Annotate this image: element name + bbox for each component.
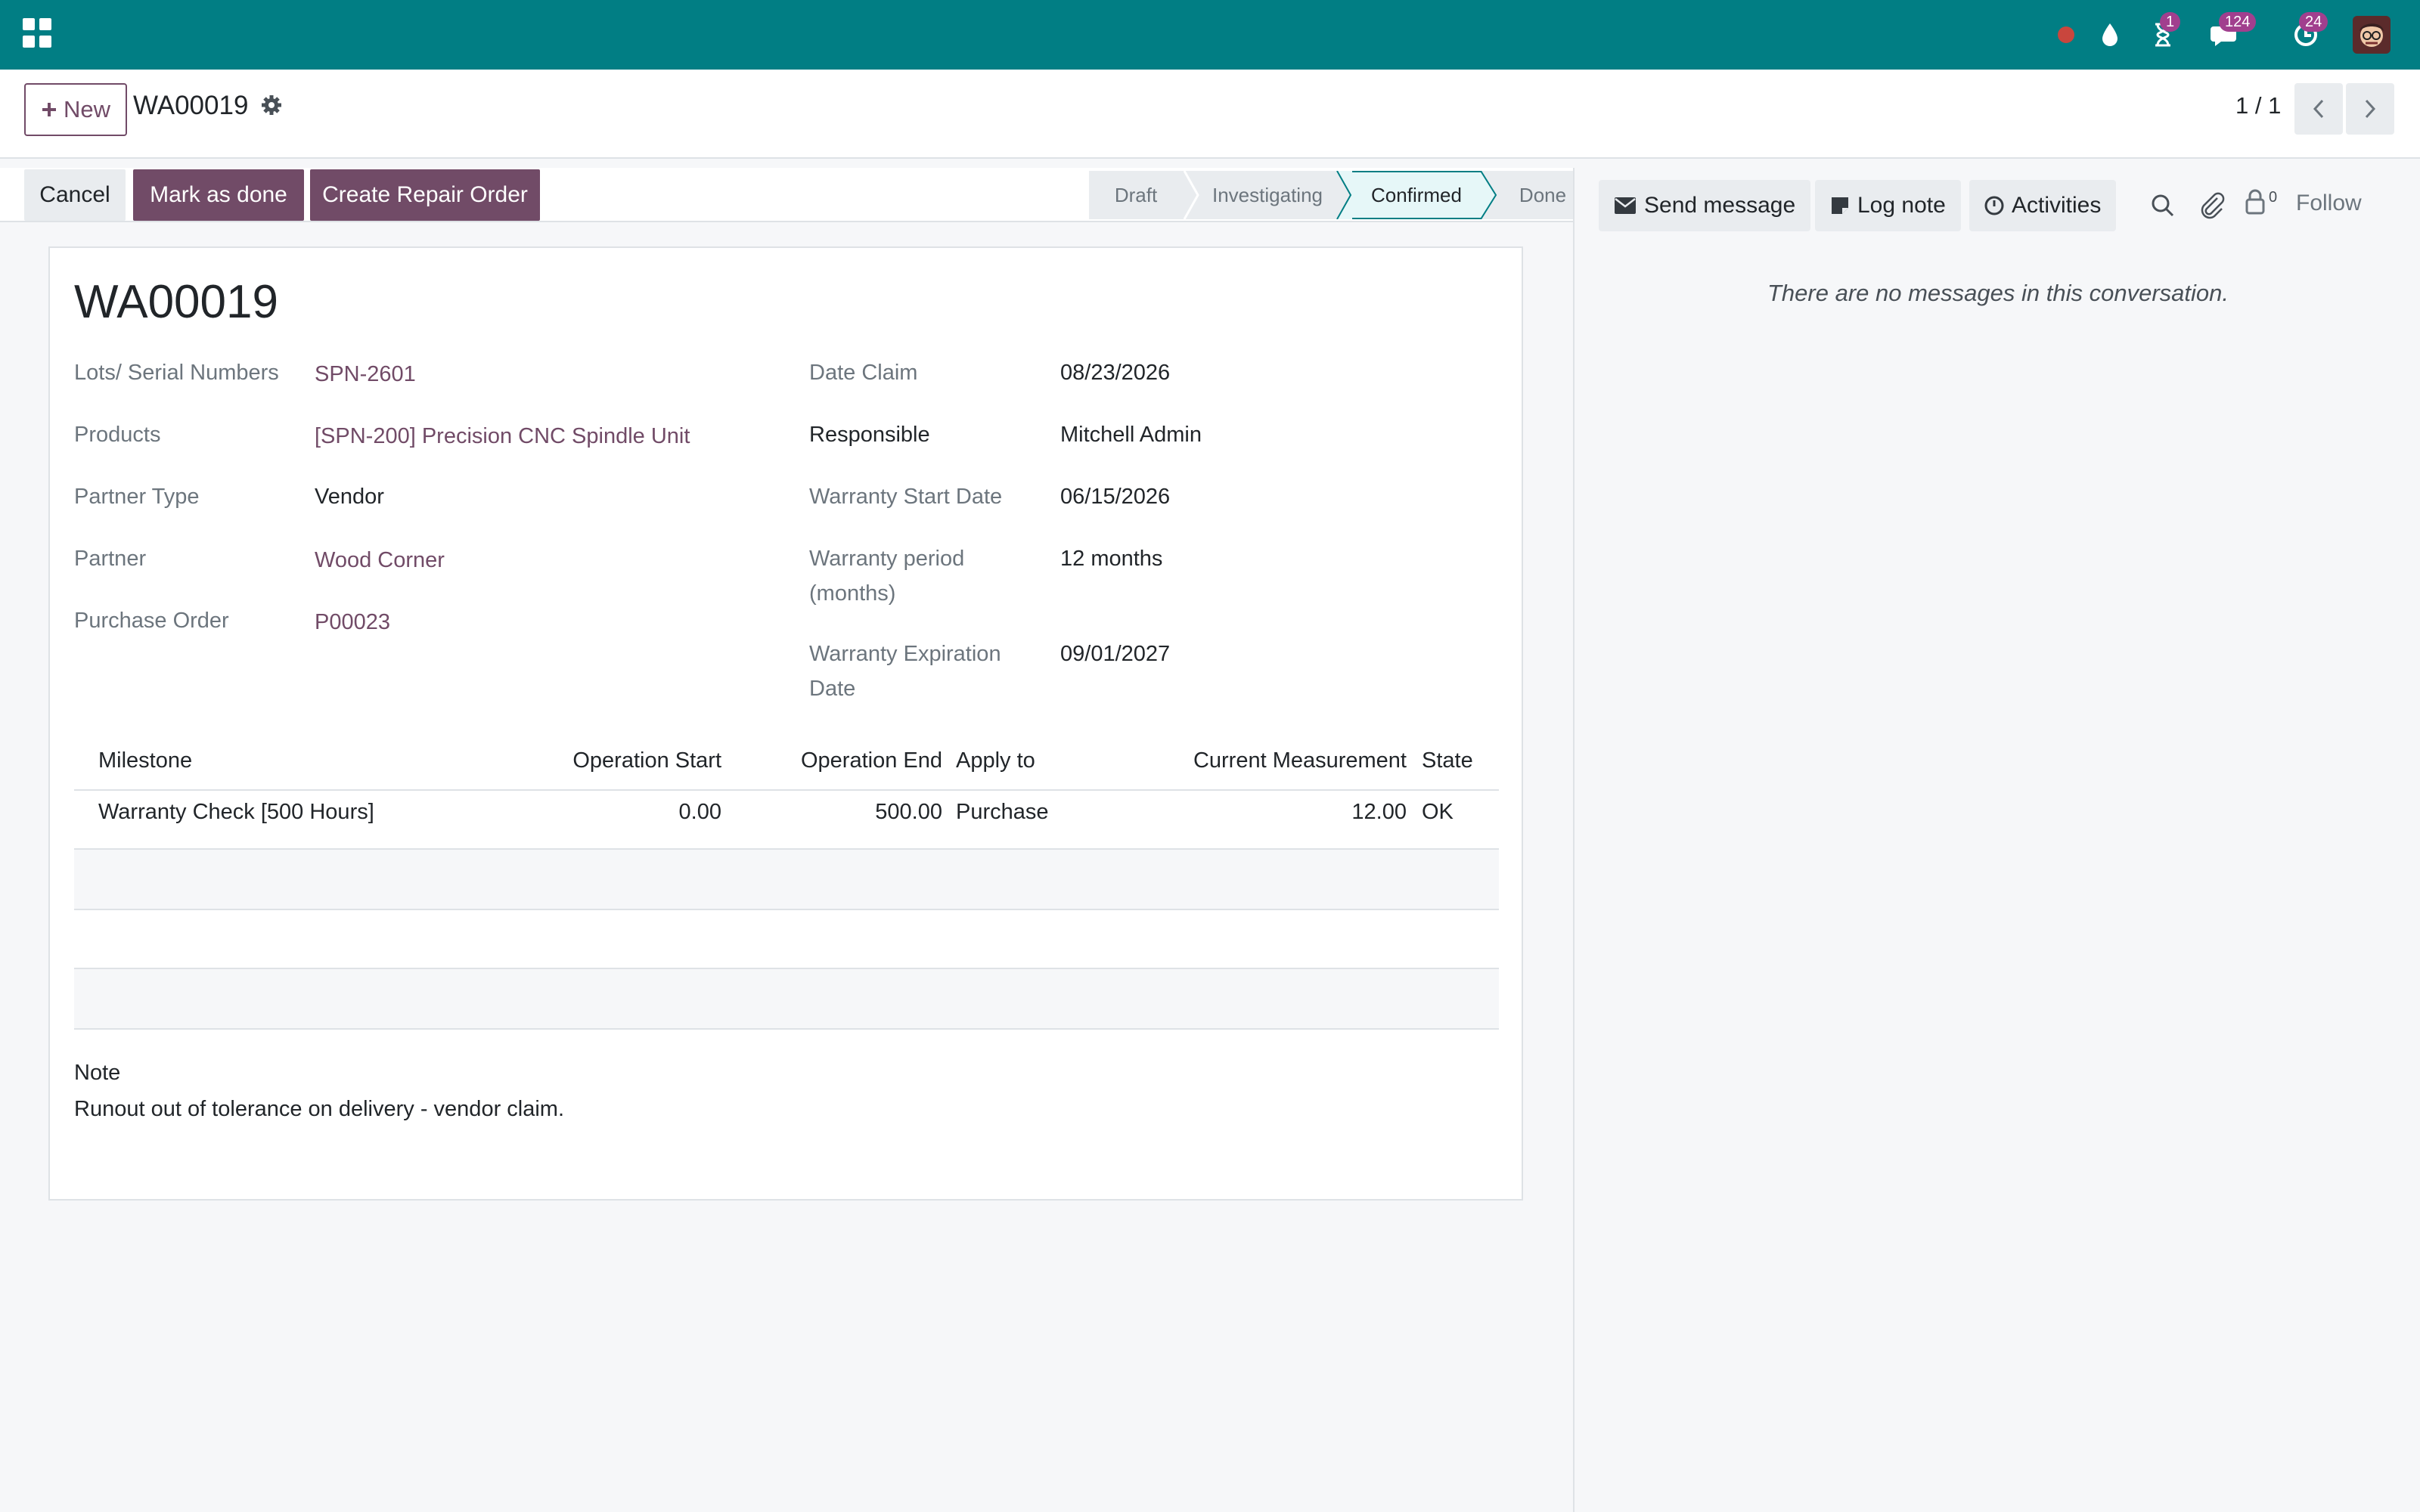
record-title: WA00019 [74, 276, 278, 328]
field-label-purchase-order: Purchase Order [74, 609, 229, 633]
updates-icon[interactable]: 24 [2279, 12, 2332, 56]
stage-separator [1336, 171, 1352, 219]
form-statusbar: Cancel Mark as done Create Repair Order … [0, 168, 1588, 222]
lot-serial-link[interactable]: SPN-2601 [315, 357, 416, 392]
pager-next-button[interactable] [2346, 83, 2394, 135]
field-label-date-claim: Date Claim [809, 361, 918, 385]
cell-milestone: Warranty Check [500 Hours] [98, 800, 374, 824]
note-text[interactable]: Runout out of tolerance on delivery - ve… [74, 1092, 564, 1126]
chevron-right-icon [2365, 99, 2376, 119]
paperclip-icon[interactable] [2199, 192, 2225, 223]
form-sheet: WA00019 Lots/ Serial Numbers SPN-2601 Pr… [48, 246, 1523, 1201]
chevron-left-icon [2313, 99, 2324, 119]
cell-current-measurement: 12.00 [1351, 800, 1407, 824]
row-divider [74, 1028, 1499, 1030]
column-header-operation-start[interactable]: Operation Start [498, 748, 721, 773]
column-header-current-measurement[interactable]: Current Measurement [1133, 748, 1407, 773]
gear-icon[interactable] [260, 94, 283, 120]
empty-row [74, 969, 1499, 1028]
field-label-warranty-start: Warranty Start Date [809, 485, 1003, 509]
cancel-button[interactable]: Cancel [24, 169, 126, 221]
stage-draft[interactable]: Draft [1089, 171, 1183, 219]
app-menu-icon[interactable] [23, 18, 53, 48]
stage-separator [1481, 171, 1497, 219]
plus-icon [42, 103, 56, 116]
table-header-divider [74, 789, 1499, 791]
stage-investigating[interactable]: Investigating [1199, 171, 1336, 219]
partner-type-value[interactable]: Vendor [315, 479, 384, 514]
warranty-expiration-value[interactable]: 09/01/2027 [1060, 637, 1170, 671]
top-navbar: 1 124 24 [0, 0, 2420, 70]
field-label-warranty-expiration: Warranty Expiration Date [809, 642, 1001, 701]
field-label-partner-type: Partner Type [74, 485, 200, 509]
field-label-responsible: Responsible [809, 423, 930, 447]
pager-previous-button[interactable] [2294, 83, 2343, 135]
stage-separator [1183, 171, 1199, 219]
log-note-button[interactable]: Log note [1815, 180, 1961, 231]
empty-conversation-message: There are no messages in this conversati… [1767, 280, 2229, 306]
create-repair-order-button[interactable]: Create Repair Order [310, 169, 540, 221]
search-icon[interactable] [2151, 194, 2175, 222]
activities-button[interactable]: Activities [1969, 180, 2117, 231]
column-header-milestone[interactable]: Milestone [98, 748, 192, 773]
droplet-icon[interactable] [2095, 14, 2125, 56]
field-label-warranty-period: Warranty period (months) [809, 547, 965, 606]
cell-operation-end: 500.00 [875, 800, 942, 824]
field-label-partner: Partner [74, 547, 147, 571]
followers-button[interactable]: 0 [2245, 189, 2277, 215]
empty-row [74, 850, 1499, 909]
record-status-icon[interactable] [2051, 14, 2081, 56]
field-label-products: Products [74, 423, 161, 447]
cell-state: OK [1422, 800, 1454, 824]
cell-operation-start: 0.00 [678, 800, 721, 824]
chatter-panel: Send message Log note Activities 0 Follo… [1573, 168, 2420, 1512]
new-button-label: New [63, 96, 110, 122]
partner-link[interactable]: Wood Corner [315, 543, 445, 578]
updates-badge: 24 [2299, 12, 2328, 32]
messages-icon[interactable]: 124 [2199, 12, 2257, 56]
activities-icon[interactable]: 1 [2140, 12, 2186, 56]
mark-as-done-button[interactable]: Mark as done [133, 169, 304, 221]
stage-confirmed[interactable]: Confirmed [1352, 171, 1481, 219]
clock-icon [1984, 196, 2004, 215]
date-claim-value[interactable]: 08/23/2026 [1060, 355, 1170, 390]
responsible-value[interactable]: Mitchell Admin [1060, 417, 1202, 452]
note-icon [1832, 197, 1848, 214]
control-panel: New WA00019 1 / 1 [0, 70, 2420, 159]
stage-pipeline: Draft Investigating Confirmed Done [1089, 171, 1588, 219]
purchase-order-link[interactable]: P00023 [315, 605, 390, 640]
column-header-state[interactable]: State [1422, 748, 1473, 773]
user-avatar[interactable] [2350, 14, 2393, 56]
activities-badge: 1 [2160, 12, 2181, 32]
messages-badge: 124 [2219, 12, 2257, 32]
column-header-apply-to[interactable]: Apply to [956, 748, 1035, 773]
envelope-icon [1615, 197, 1636, 214]
warranty-start-value[interactable]: 06/15/2026 [1060, 479, 1170, 514]
cell-apply-to: Purchase [956, 800, 1049, 824]
field-label-lot: Lots/ Serial Numbers [74, 361, 279, 385]
row-divider [74, 909, 1499, 910]
followers-count: 0 [2269, 189, 2278, 206]
column-header-operation-end[interactable]: Operation End [729, 748, 942, 773]
new-button[interactable]: New [24, 83, 127, 136]
lock-icon [2245, 189, 2265, 215]
product-link[interactable]: [SPN-200] Precision CNC Spindle Unit [315, 419, 690, 454]
note-label: Note [74, 1061, 121, 1085]
breadcrumb-record-title: WA00019 [133, 91, 249, 120]
pager-value[interactable]: 1 / 1 [2235, 92, 2281, 119]
warranty-period-value[interactable]: 12 months [1060, 541, 1162, 576]
follow-button[interactable]: Follow [2296, 191, 2362, 216]
send-message-button[interactable]: Send message [1599, 180, 1811, 231]
